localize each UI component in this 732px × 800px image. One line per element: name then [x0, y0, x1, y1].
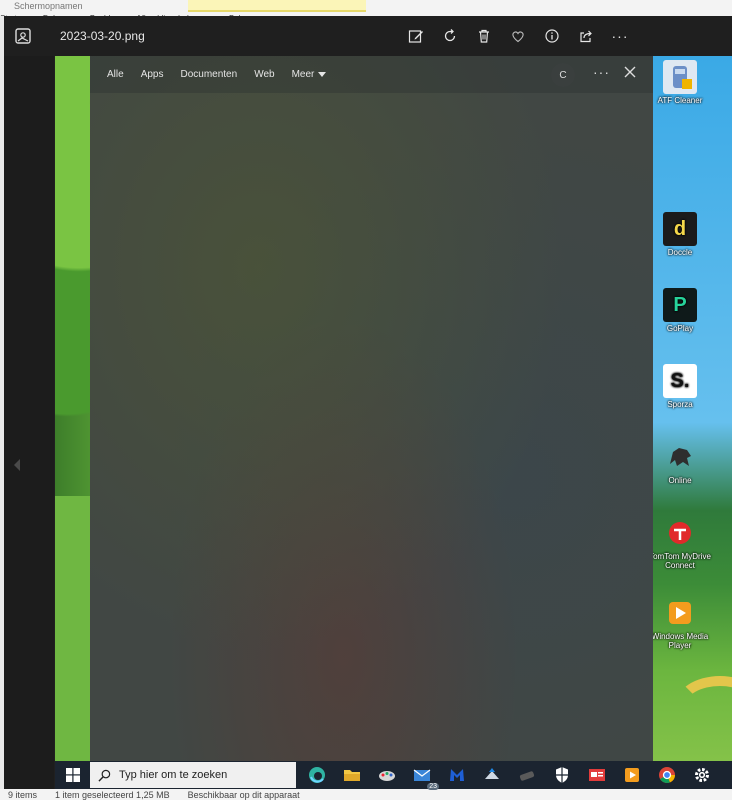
malwarebytes-icon[interactable] [446, 764, 468, 786]
windows-logo-icon [65, 768, 80, 782]
goplay-icon: P [663, 288, 697, 322]
shield-icon[interactable] [551, 764, 573, 786]
info-icon[interactable] [540, 25, 564, 47]
desktop-icon-atf-cleaner[interactable]: ATF Cleaner [644, 60, 716, 105]
media-player-icon[interactable] [621, 764, 643, 786]
explorer-title: Schermopnamen [14, 1, 83, 11]
windows-search-panel: Alle Apps Documenten Web Meer C ··· [90, 56, 653, 761]
more-label: Meer [291, 69, 315, 80]
desktop-icon-tomtom[interactable]: TomTom MyDrive Connect [644, 516, 716, 570]
desktop-icon-label: Online [668, 476, 692, 485]
edge-icon[interactable] [306, 764, 328, 786]
doccle-icon: d [663, 212, 697, 246]
edit-image-icon[interactable] [404, 25, 428, 47]
explorer-status-bar: 9 items 1 item geselecteerd 1,25 MB Besc… [0, 789, 732, 800]
desktop-icon-label: TomTom MyDrive Connect [649, 552, 711, 570]
photos-toolbar: 2023-03-20.png ··· [4, 16, 732, 56]
status-availability: Beschikbaar op dit apparaat [187, 789, 300, 800]
desktop-icon-label: Sporza [667, 400, 693, 409]
search-tab-all[interactable]: Alle [107, 69, 124, 80]
previous-photo-arrow-icon[interactable] [10, 456, 24, 474]
screen: Schermopnamen Start Delen Beeld Afbeeldi… [0, 0, 732, 800]
desktop-icon-windows-media-player[interactable]: Windows Media Player [644, 596, 716, 650]
photos-side-gutter [4, 56, 54, 789]
search-icon [98, 769, 111, 782]
desktop-icon-label: Windows Media Player [651, 632, 709, 650]
close-icon[interactable] [623, 65, 637, 79]
explorer-highlight-tab [188, 0, 366, 12]
file-explorer-icon[interactable] [341, 764, 363, 786]
delete-icon[interactable] [472, 25, 496, 47]
desktop-icon-sporza[interactable]: S. Sporza [644, 364, 716, 409]
desktop-icon-goplay[interactable]: P GoPlay [644, 288, 716, 333]
photos-app-icon[interactable] [14, 27, 32, 45]
sporza-icon: S. [663, 364, 697, 398]
desktop-icon-label: Doccle [667, 248, 693, 257]
search-more-options-icon[interactable]: ··· [593, 64, 610, 80]
photos-actions: ··· [404, 25, 632, 47]
desktop-icon-doccle[interactable]: d Doccle [644, 212, 716, 257]
search-filter-bar: Alle Apps Documenten Web Meer C ··· [90, 56, 653, 93]
more-options-icon[interactable]: ··· [608, 25, 632, 47]
desktop-icon-online[interactable]: Online [644, 440, 716, 485]
taskbar-pinned-apps: 23 [306, 764, 713, 790]
windows-media-player-icon [663, 596, 697, 630]
chevron-down-icon [318, 71, 327, 77]
search-tab-web[interactable]: Web [254, 69, 274, 80]
paint-icon[interactable] [376, 764, 398, 786]
mail-unread-badge: 23 [427, 783, 439, 790]
start-button[interactable] [55, 761, 90, 789]
desktop-icon-label: ATF Cleaner [657, 96, 703, 105]
settings-icon[interactable] [691, 764, 713, 786]
lion-logo-icon [663, 440, 697, 474]
share-icon[interactable] [574, 25, 598, 47]
favorite-heart-icon[interactable] [506, 25, 530, 47]
news-icon[interactable] [586, 764, 608, 786]
taskbar: Typ hier om te zoeken 23 [55, 761, 732, 790]
desktop-icon-label: GoPlay [666, 324, 694, 333]
rotate-icon[interactable] [438, 25, 462, 47]
upload-icon[interactable] [481, 764, 503, 786]
search-tab-apps[interactable]: Apps [141, 69, 164, 80]
usb-drive-icon[interactable] [516, 764, 538, 786]
chrome-icon[interactable] [656, 764, 678, 786]
photo-filename: 2023-03-20.png [60, 29, 145, 43]
tomtom-icon [663, 516, 697, 550]
search-tab-more[interactable]: Meer [292, 69, 327, 80]
search-tab-documents[interactable]: Documenten [180, 69, 237, 80]
search-placeholder: Typ hier om te zoeken [119, 769, 228, 781]
atf-cleaner-icon [663, 60, 697, 94]
user-avatar[interactable]: C [551, 63, 575, 87]
mail-icon[interactable]: 23 [411, 764, 439, 790]
status-items-count: 9 items [8, 789, 38, 800]
status-selection: 1 item geselecteerd 1,25 MB [55, 789, 170, 800]
taskbar-search-box[interactable]: Typ hier om te zoeken [90, 762, 296, 788]
